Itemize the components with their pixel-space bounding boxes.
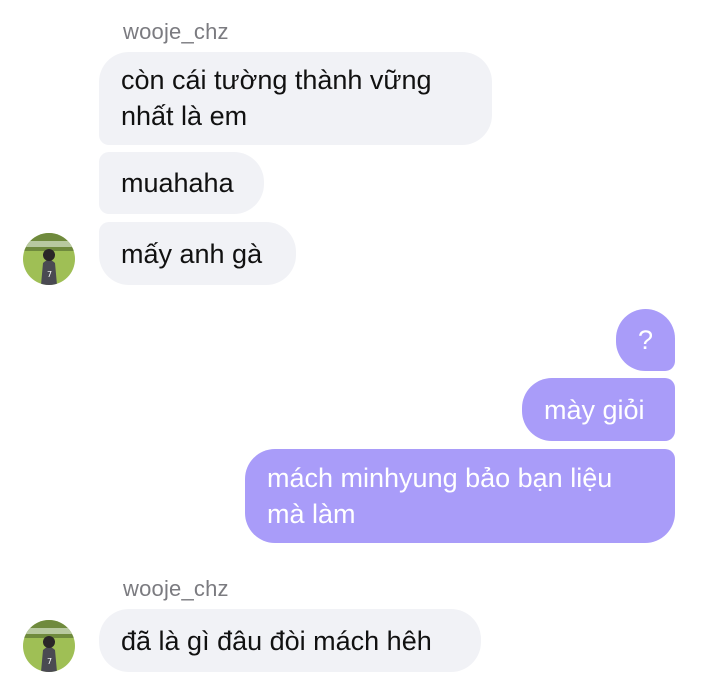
svg-text:7: 7 (47, 270, 52, 279)
message-text-line: mách minhyung bảo bạn liệu (267, 463, 613, 493)
message-text: mấy anh gà (121, 239, 263, 269)
message-text: đã là gì đâu đòi mách hêh (121, 626, 432, 656)
svg-text:7: 7 (47, 657, 52, 666)
message-text: mày giỏi (544, 395, 645, 425)
user-avatar[interactable]: 7 (23, 620, 75, 672)
outgoing-message-bubble[interactable]: ? (616, 309, 675, 371)
message-text: muahaha (121, 168, 234, 198)
message-text-line: mà làm (267, 499, 356, 529)
message-text: ? (637, 325, 654, 355)
incoming-message-bubble[interactable]: muahaha (99, 152, 264, 214)
incoming-message-bubble[interactable]: mấy anh gà (99, 222, 296, 285)
avatar-photo-icon: 7 (23, 233, 75, 285)
avatar-photo-icon: 7 (23, 620, 75, 672)
outgoing-message-bubble[interactable]: mách minhyung bảo bạn liệu mà làm (245, 449, 675, 543)
message-text-line: nhất là em (121, 101, 248, 131)
sender-name: wooje_chz (123, 576, 229, 601)
incoming-message-bubble[interactable]: còn cái tường thành vững nhất là em (99, 52, 492, 145)
sender-name: wooje_chz (123, 19, 229, 44)
user-avatar[interactable]: 7 (23, 233, 75, 285)
outgoing-message-bubble[interactable]: mày giỏi (522, 378, 675, 441)
incoming-message-bubble[interactable]: đã là gì đâu đòi mách hêh (99, 609, 481, 672)
message-text-line: còn cái tường thành vững (121, 65, 432, 95)
